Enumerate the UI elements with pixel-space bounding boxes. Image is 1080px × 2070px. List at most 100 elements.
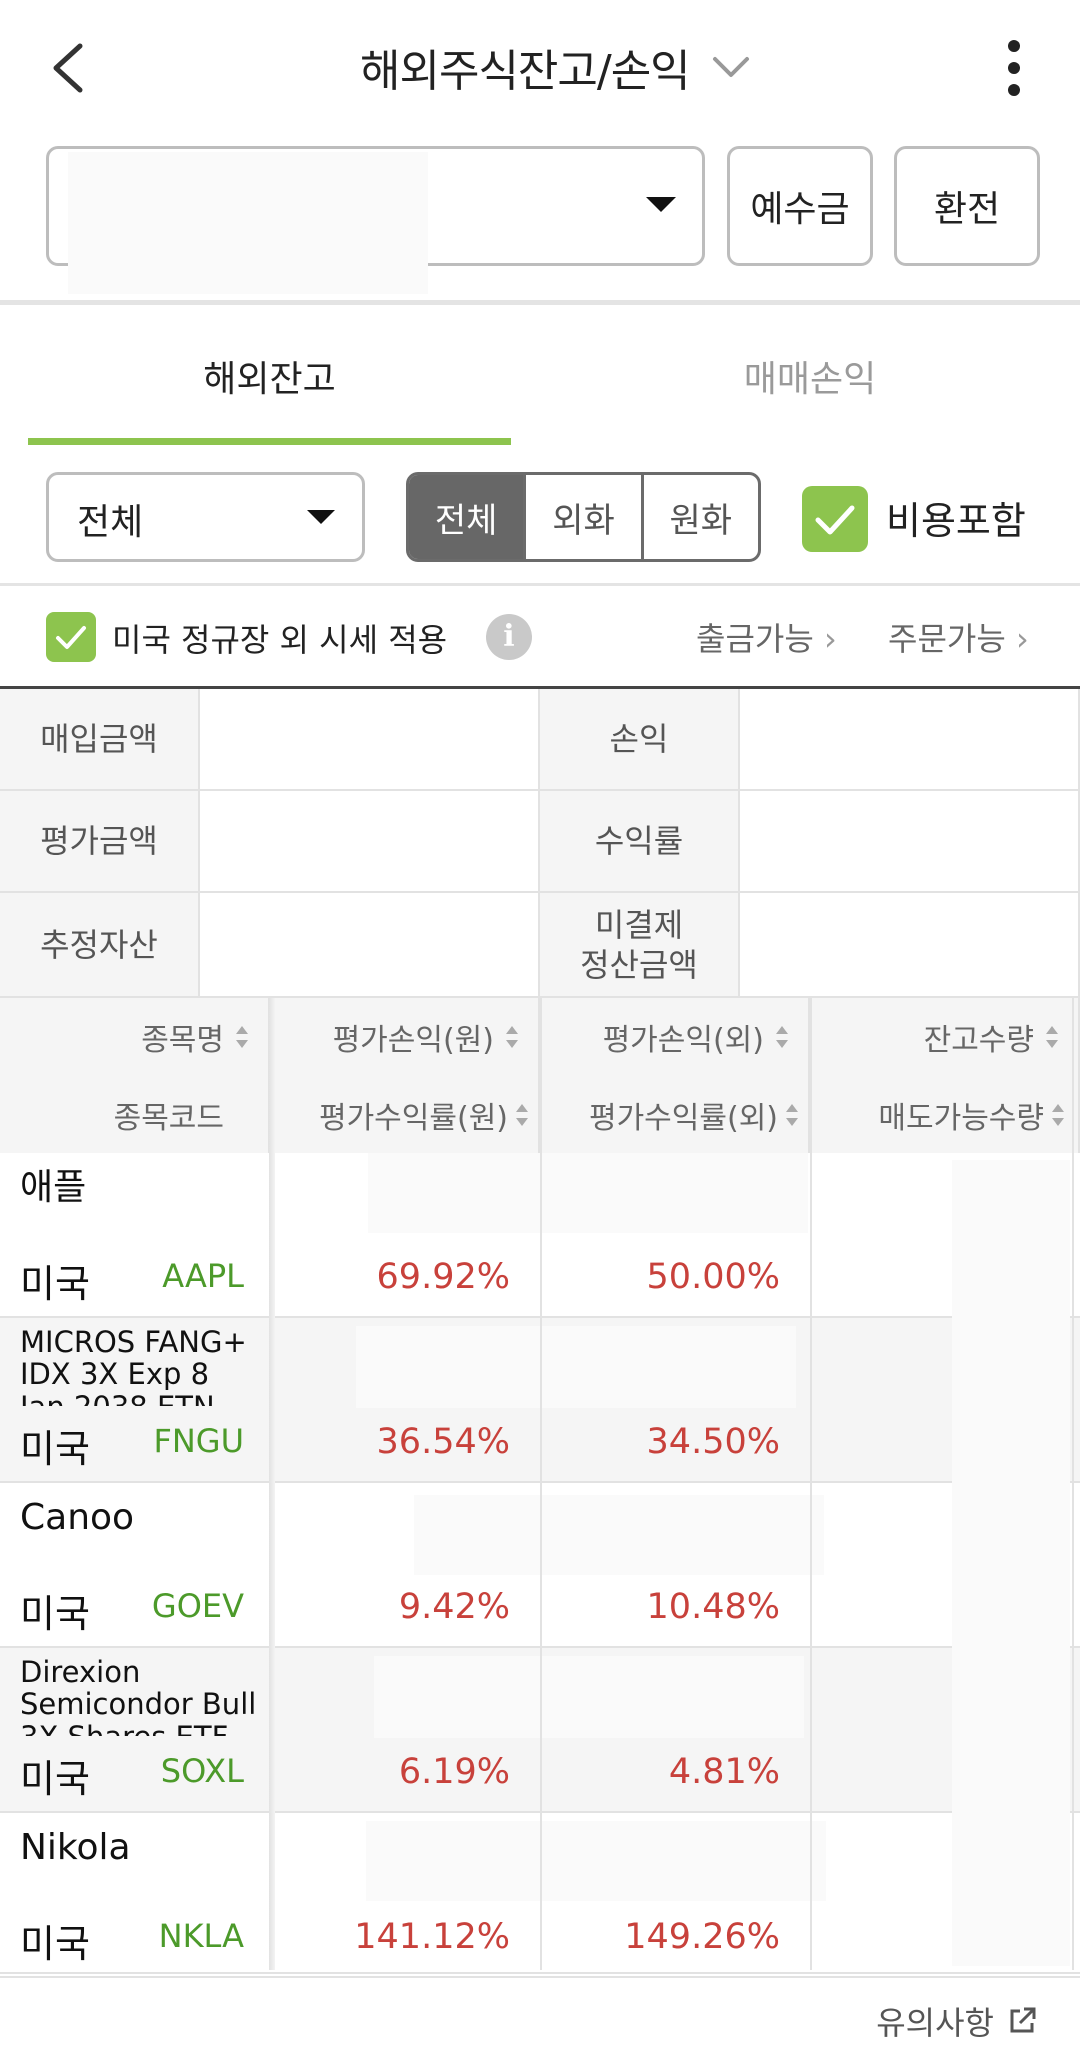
col-pl-fx-label: 평가손익(외)	[602, 1023, 764, 1058]
unsettled-line2: 정산금액	[580, 945, 698, 984]
holding-rr-fx: 50.00%	[646, 1257, 780, 1297]
holding-code: NKLA	[158, 1917, 244, 1955]
holding-rr-fx: 10.48%	[646, 1587, 780, 1627]
estimated-assets-value	[200, 893, 540, 998]
chevron-down-icon	[712, 57, 749, 77]
include-fee-checkbox[interactable]	[802, 486, 868, 552]
col-sellable-header[interactable]: 매도가능수량	[810, 1076, 1080, 1153]
col-code-header[interactable]: 종목코드	[0, 1076, 270, 1153]
holding-country: 미국	[20, 1592, 90, 1636]
account-number-masked	[68, 152, 428, 294]
holding-country: 미국	[20, 1922, 90, 1966]
unsettled-amount-value	[740, 893, 1080, 998]
divider	[0, 300, 1080, 305]
eval-amount-label: 평가금액	[0, 791, 200, 893]
sort-icon	[786, 1103, 798, 1126]
sort-icon	[516, 1103, 528, 1126]
return-rate-value	[740, 791, 1080, 893]
segment-krw[interactable]: 원화	[640, 475, 758, 559]
col-sellable-label: 매도가능수량	[878, 1100, 1044, 1136]
notice-link[interactable]: 유의사항	[876, 1998, 1038, 2044]
col-name-header[interactable]: 종목명	[0, 998, 270, 1076]
column-divider	[810, 998, 812, 1970]
holding-country: 미국	[20, 1757, 90, 1801]
deposit-button[interactable]: 예수금	[727, 146, 873, 266]
holding-name-cell: 애플 미국 AAPL	[0, 1153, 270, 1318]
profit-loss-value	[740, 689, 1080, 791]
tab-overseas-balance[interactable]: 해외잔고	[28, 350, 511, 410]
sort-icon	[776, 1026, 788, 1048]
segment-foreign[interactable]: 외화	[523, 475, 640, 559]
holding-name-cell: Nikola 미국 NKLA	[0, 1813, 270, 1978]
holding-rr-krw: 9.42%	[398, 1587, 510, 1627]
extended-hours-label: 미국 정규장 외 시세 적용	[112, 621, 448, 659]
external-link-icon	[1010, 2007, 1036, 2033]
col-pl-krw-header[interactable]: 평가손익(원)	[270, 998, 540, 1076]
holding-rr-krw: 141.12%	[354, 1917, 510, 1957]
chevron-right-icon: ›	[823, 620, 837, 658]
holding-name-cell: Canoo 미국 GOEV	[0, 1483, 270, 1648]
estimated-assets-label: 추정자산	[0, 893, 200, 998]
tab-trading-pl[interactable]: 매매손익	[540, 350, 1080, 410]
sort-icon	[1046, 1026, 1058, 1048]
masked-value	[366, 1821, 826, 1901]
extended-hours-checkbox[interactable]	[46, 612, 96, 662]
exchange-button[interactable]: 환전	[894, 146, 1040, 266]
col-qty-label: 잔고수량	[923, 1023, 1034, 1058]
more-menu-icon[interactable]	[996, 38, 1032, 98]
col-qty-header[interactable]: 잔고수량	[810, 998, 1080, 1076]
back-arrow-icon[interactable]	[48, 40, 88, 96]
column-divider	[540, 998, 542, 1970]
holding-code: SOXL	[160, 1752, 244, 1790]
frozen-column-shadow	[269, 998, 275, 1970]
col-name-label: 종목명	[141, 1023, 224, 1058]
holding-name-cell: MICROS FANG+ IDX 3X Exp 8 Jan 2038 ETN 미…	[0, 1318, 270, 1483]
unsettled-line1: 미결제	[594, 905, 684, 944]
orderable-link[interactable]: 주문가능 ›	[888, 614, 1029, 660]
market-select-value: 전체	[77, 502, 144, 543]
return-rate-label: 수익률	[540, 791, 740, 893]
withdrawable-label: 출금가능	[696, 620, 814, 658]
holding-rr-fx: 149.26%	[624, 1917, 780, 1957]
include-fee-label: 비용포함	[886, 499, 1026, 543]
col-rr-krw-header[interactable]: 평가수익률(원)	[270, 1076, 540, 1153]
col-pl-fx-header[interactable]: 평가손익(외)	[540, 998, 810, 1076]
withdrawable-link[interactable]: 출금가능 ›	[696, 614, 837, 660]
col-pl-krw-label: 평가손익(원)	[332, 1023, 494, 1058]
masked-value	[356, 1326, 796, 1408]
holding-name: 애플	[20, 1167, 87, 1208]
masked-value	[374, 1656, 804, 1738]
screen-title-dropdown[interactable]: 해외주식잔고/손익	[360, 34, 780, 100]
masked-value	[414, 1495, 824, 1575]
notice-label: 유의사항	[876, 2004, 994, 2042]
col-rr-krw-label: 평가수익률(원)	[318, 1100, 508, 1136]
sort-icon	[236, 1026, 248, 1048]
sort-icon	[506, 1026, 518, 1048]
active-tab-indicator	[28, 438, 511, 445]
holding-code: FNGU	[153, 1422, 244, 1460]
top-bar: 해외주식잔고/손익	[0, 0, 1080, 135]
segment-all[interactable]: 전체	[409, 475, 524, 559]
masked-value	[368, 1153, 808, 1233]
caret-down-icon	[646, 197, 676, 212]
holding-country: 미국	[20, 1427, 90, 1471]
holding-rr-krw: 36.54%	[376, 1422, 510, 1462]
holding-code: AAPL	[162, 1257, 244, 1295]
currency-segmented-control: 전체 외화 원화	[406, 472, 761, 562]
holding-name-cell: Direxion Semicondor Bull 3X Shares ETF 미…	[0, 1648, 270, 1813]
col-code-label: 종목코드	[113, 1100, 224, 1136]
column-divider	[1072, 998, 1074, 1970]
sort-icon	[1052, 1103, 1064, 1126]
holding-name: MICROS FANG+ IDX 3X Exp 8 Jan 2038 ETN	[20, 1326, 247, 1406]
col-rr-fx-header[interactable]: 평가수익률(외)	[540, 1076, 810, 1153]
holding-rr-fx: 4.81%	[668, 1752, 780, 1792]
holding-rr-krw: 6.19%	[398, 1752, 510, 1792]
holding-name: Canoo	[20, 1497, 135, 1538]
holding-rr-krw: 69.92%	[376, 1257, 510, 1297]
page-title: 해외주식잔고/손익	[360, 46, 691, 97]
holding-rr-fx: 34.50%	[646, 1422, 780, 1462]
orderable-label: 주문가능	[888, 620, 1006, 658]
unsettled-amount-label: 미결제 정산금액	[540, 893, 740, 998]
info-icon[interactable]: i	[486, 614, 532, 660]
purchase-amount-label: 매입금액	[0, 689, 200, 791]
